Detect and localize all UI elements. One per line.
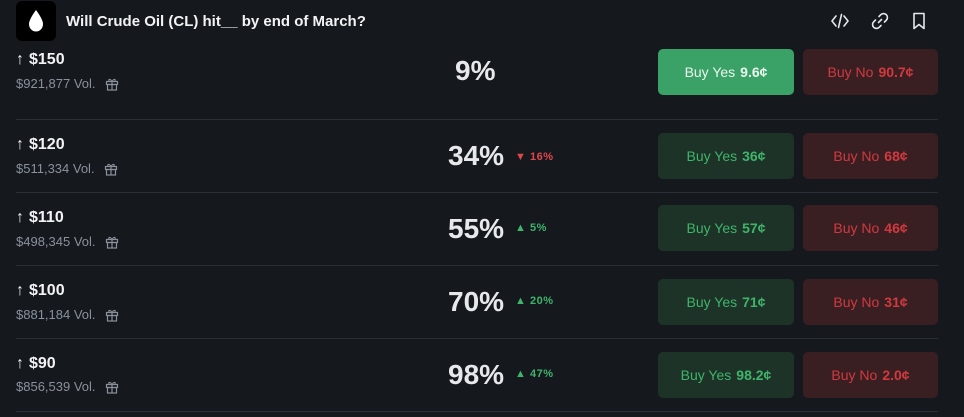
buy-no-label: Buy No — [833, 220, 880, 236]
change-value: 47% — [529, 368, 554, 380]
oil-drop-icon — [16, 1, 56, 41]
buy-no-button[interactable]: Buy No 68¢ — [803, 133, 938, 179]
buy-yes-button[interactable]: Buy Yes 36¢ — [658, 133, 794, 179]
volume-text: $856,539 Vol. — [16, 379, 96, 394]
strike-label: ↑ $150 — [16, 51, 65, 69]
volume-text: $921,877 Vol. — [16, 76, 96, 91]
strike-value: $90 — [29, 355, 56, 372]
change-value: 16% — [529, 151, 554, 163]
chance-percent: 98% — [448, 359, 505, 390]
volume-text: $881,184 Vol. — [16, 307, 96, 322]
buy-yes-button[interactable]: Buy Yes 57¢ — [658, 205, 794, 251]
outcome-row: ↑ $90 $856,539 Vol. 98% ▲ 47% Buy Yes 98.2… — [0, 339, 964, 411]
chance-percent: 70% — [448, 286, 505, 317]
gift-icon[interactable] — [105, 308, 119, 322]
up-triangle-icon: ▲ — [515, 295, 527, 307]
buy-yes-label: Buy Yes — [686, 220, 738, 236]
volume-line: $511,334 Vol. — [16, 161, 118, 176]
buy-no-button[interactable]: Buy No 90.7¢ — [803, 49, 938, 95]
no-price: 31¢ — [884, 294, 908, 310]
buy-yes-button[interactable]: Buy Yes 71¢ — [658, 279, 794, 325]
yes-price: 57¢ — [742, 220, 766, 236]
up-arrow-icon: ↑ — [16, 282, 24, 299]
outcome-row: ↑ $120 $511,334 Vol. 34% ▼ 16% Buy Yes 36¢… — [0, 120, 964, 192]
strike-label: ↑ $110 — [16, 209, 64, 227]
embed-code-icon[interactable] — [829, 10, 851, 32]
volume-line: $856,539 Vol. — [16, 379, 119, 394]
change-value: 20% — [529, 295, 554, 307]
buy-no-button[interactable]: Buy No 46¢ — [803, 205, 938, 251]
chance-percent: 34% — [448, 140, 505, 171]
gift-icon[interactable] — [105, 235, 119, 249]
buy-no-button[interactable]: Buy No 2.0¢ — [803, 352, 938, 398]
no-price: 90.7¢ — [878, 64, 914, 80]
up-triangle-icon: ▲ — [515, 222, 527, 234]
up-arrow-icon: ↑ — [16, 209, 24, 226]
strike-value: $100 — [29, 282, 65, 299]
strike-label: ↑ $90 — [16, 355, 56, 373]
gift-icon[interactable] — [105, 77, 119, 91]
gift-icon[interactable] — [104, 162, 118, 176]
buy-no-label: Buy No — [827, 64, 874, 80]
no-price: 46¢ — [884, 220, 908, 236]
yes-price: 36¢ — [742, 148, 766, 164]
no-price: 2.0¢ — [882, 367, 910, 383]
strike-value: $110 — [29, 209, 64, 226]
up-arrow-icon: ↑ — [16, 51, 24, 68]
strike-label: ↑ $120 — [16, 136, 65, 154]
strike-value: $120 — [29, 136, 65, 153]
up-triangle-icon: ▲ — [515, 368, 527, 380]
chance-change: ▲ 47% — [515, 368, 553, 380]
buy-yes-label: Buy Yes — [680, 367, 732, 383]
no-price: 68¢ — [884, 148, 908, 164]
chance-change: ▲ 20% — [515, 295, 553, 307]
volume-text: $498,345 Vol. — [16, 234, 96, 249]
outcome-row: ↑ $110 $498,345 Vol. 55% ▲ 5% Buy Yes 57¢ … — [0, 193, 964, 265]
bookmark-icon[interactable] — [908, 10, 930, 32]
gift-icon[interactable] — [105, 380, 119, 394]
chance-percent: 55% — [448, 213, 505, 244]
buy-yes-button[interactable]: Buy Yes 98.2¢ — [658, 352, 794, 398]
row-divider — [16, 411, 938, 412]
volume-line: $498,345 Vol. — [16, 234, 119, 249]
buy-yes-label: Buy Yes — [684, 64, 736, 80]
volume-line: $881,184 Vol. — [16, 307, 119, 322]
buy-no-button[interactable]: Buy No 31¢ — [803, 279, 938, 325]
chance-percent: 9% — [455, 55, 496, 86]
yes-price: 9.6¢ — [740, 64, 768, 80]
chance-change: ▼ 16% — [515, 151, 553, 163]
volume-line: $921,877 Vol. — [16, 76, 119, 91]
buy-no-label: Buy No — [833, 148, 880, 164]
link-icon[interactable] — [869, 10, 891, 32]
down-triangle-icon: ▼ — [515, 151, 527, 163]
yes-price: 71¢ — [742, 294, 766, 310]
strike-value: $150 — [29, 51, 65, 68]
market-header: Will Crude Oil (CL) hit__ by end of Marc… — [0, 0, 964, 46]
outcome-row: ↑ $100 $881,184 Vol. 70% ▲ 20% Buy Yes 71¢… — [0, 266, 964, 338]
buy-yes-label: Buy Yes — [686, 294, 738, 310]
buy-no-label: Buy No — [833, 294, 880, 310]
buy-yes-button[interactable]: Buy Yes 9.6¢ — [658, 49, 794, 95]
market-panel: Will Crude Oil (CL) hit__ by end of Marc… — [0, 0, 964, 417]
strike-label: ↑ $100 — [16, 282, 65, 300]
change-value: 5% — [529, 222, 547, 234]
volume-text: $511,334 Vol. — [16, 161, 95, 176]
up-arrow-icon: ↑ — [16, 355, 24, 372]
up-arrow-icon: ↑ — [16, 136, 24, 153]
buy-no-label: Buy No — [831, 367, 878, 383]
yes-price: 98.2¢ — [736, 367, 772, 383]
buy-yes-label: Buy Yes — [686, 148, 738, 164]
chance-change: ▲ 5% — [515, 222, 547, 234]
market-title: Will Crude Oil (CL) hit__ by end of Marc… — [66, 13, 366, 30]
